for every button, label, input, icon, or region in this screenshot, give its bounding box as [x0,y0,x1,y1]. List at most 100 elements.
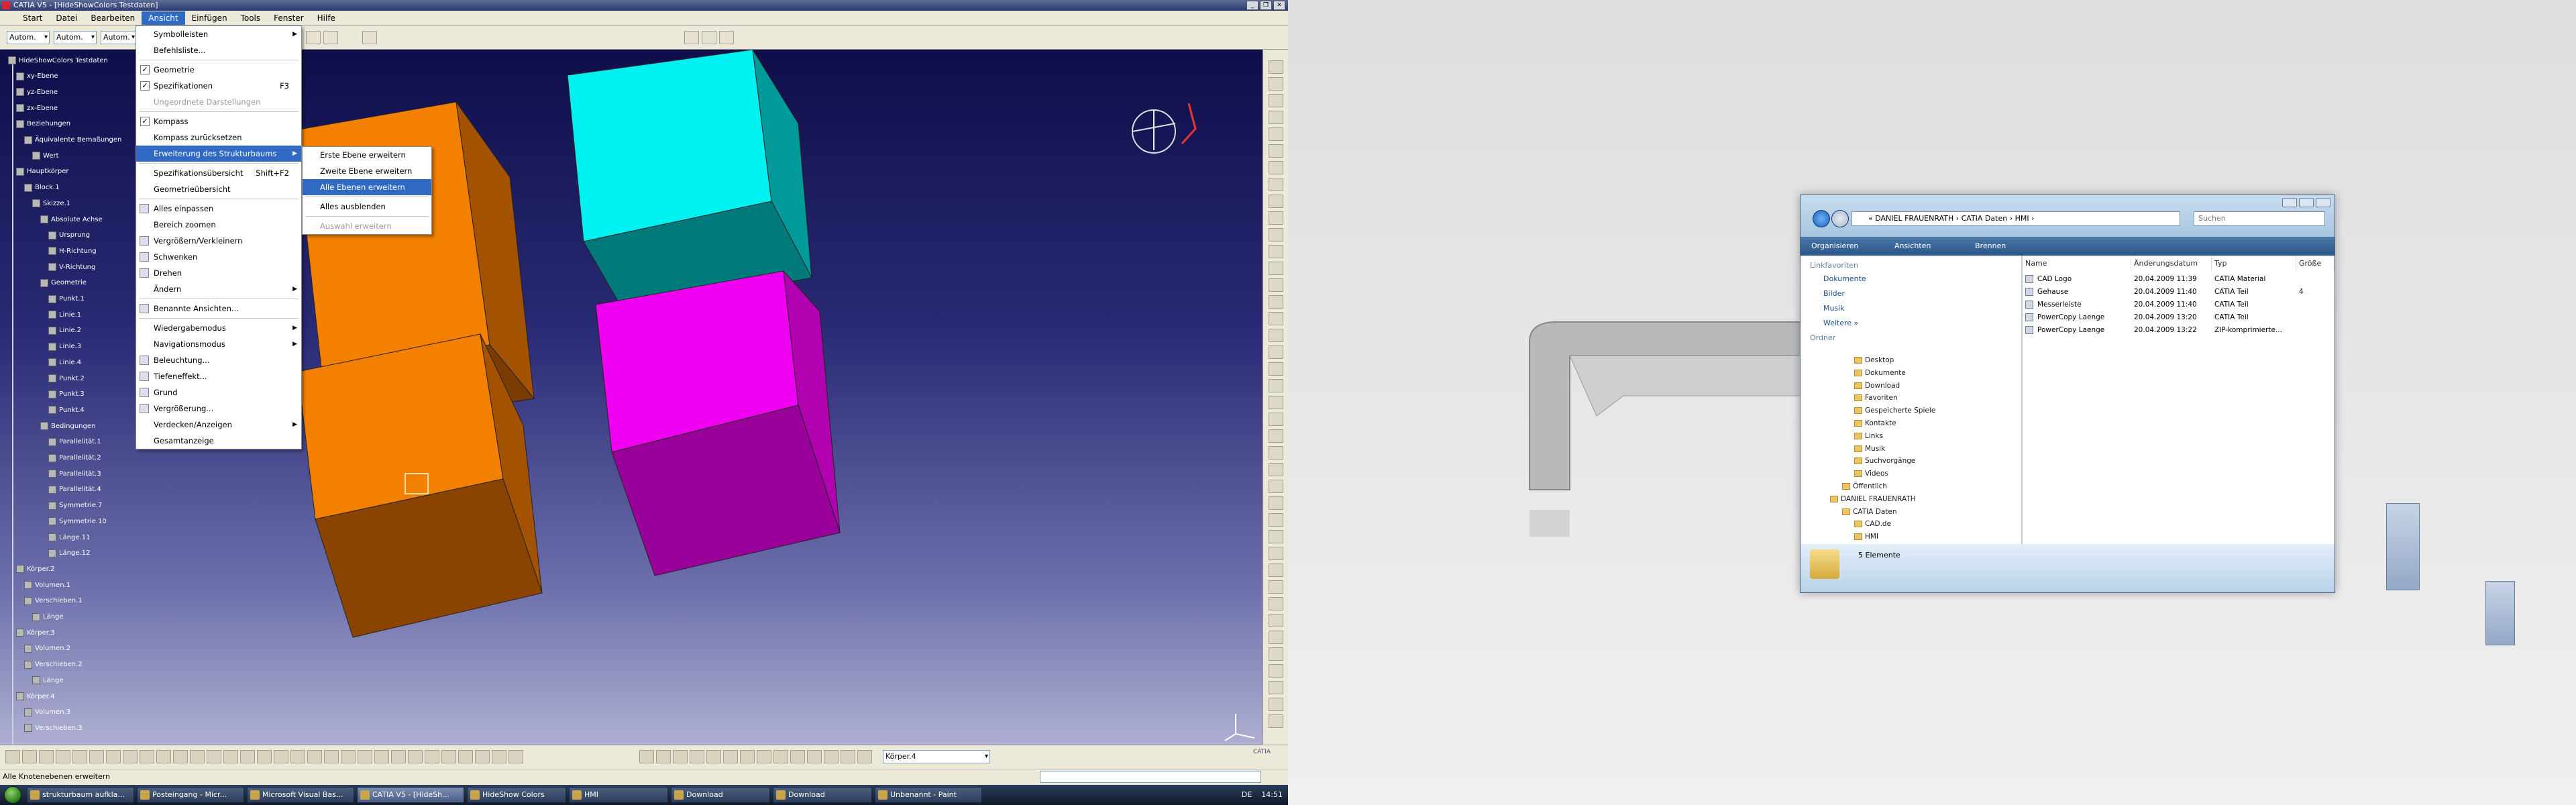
menu-item[interactable]: ✓ Geometrie [136,62,301,78]
right-toolbar-tool-icon[interactable] [1269,480,1283,493]
tree-node[interactable]: Ursprung [48,229,90,242]
tree-node[interactable]: Parallelität.1 [48,435,101,449]
folder-tree-item[interactable]: Links [1854,432,1883,440]
right-toolbar-tool-icon[interactable] [1269,580,1283,594]
tree-node[interactable]: HideShowColors Testdaten [8,54,108,67]
bottom-toolbar-tool-icon[interactable] [740,750,755,763]
menu-item[interactable]: Grund [136,384,301,400]
menu-item[interactable]: Navigationsmodus ▶ [136,336,301,352]
tree-node[interactable]: Bedingungen [40,419,95,433]
bottom-toolbar-tool-icon[interactable] [123,750,138,763]
bottom-toolbar-tool-icon[interactable] [690,750,704,763]
column-header[interactable]: Name [2023,257,2131,270]
menu-item[interactable]: Vergrößerung... [136,400,301,417]
right-toolbar-tool-icon[interactable] [1269,681,1283,694]
menu-bearbeiten[interactable]: Bearbeiten [84,11,142,25]
tree-node[interactable]: Wert [32,149,59,162]
right-toolbar-tool-icon[interactable] [1269,329,1283,342]
tree-node[interactable]: Länge.11 [48,531,90,544]
tree-node[interactable]: Volumen.1 [24,578,70,592]
menu-einfügen[interactable]: Einfügen [185,11,234,25]
right-toolbar-tool-icon[interactable] [1269,446,1283,460]
right-toolbar-tool-icon[interactable] [1269,379,1283,392]
bottom-toolbar-tool-icon[interactable] [72,750,87,763]
toolbar-paint-icon[interactable] [323,31,338,44]
menu-item[interactable]: Beleuchtung... [136,352,301,368]
right-toolbar-tool-icon[interactable] [1269,597,1283,610]
taskbar-item[interactable]: HMI [569,787,668,803]
bottom-toolbar-tool-icon[interactable] [324,750,339,763]
right-toolbar-tool-icon[interactable] [1269,647,1283,661]
tree-node[interactable]: Symmetrie.7 [48,499,102,513]
bottom-toolbar-tool-icon[interactable] [458,750,473,763]
bottom-toolbar-tool-icon[interactable] [106,750,121,763]
tree-node[interactable]: Länge [32,610,64,624]
compass-icon[interactable] [1132,103,1197,154]
bottom-toolbar-tool-icon[interactable] [274,750,288,763]
tree-node[interactable]: yz-Ebene [16,85,58,99]
bottom-toolbar-tool-icon[interactable] [475,750,490,763]
right-toolbar-tool-icon[interactable] [1269,312,1283,325]
bottom-toolbar-tool-icon[interactable] [140,750,154,763]
explorer-minimize-button[interactable] [2282,198,2297,207]
taskbar-item[interactable]: Download [773,787,872,803]
taskbar-item[interactable]: Download [671,787,770,803]
bottom-toolbar-tool-icon[interactable] [39,750,54,763]
right-toolbar-tool-icon[interactable] [1269,614,1283,627]
menu-item[interactable]: Symbolleisten ▶ [136,26,301,42]
folder-tree-item[interactable]: Desktop [1854,356,1894,364]
right-toolbar-tool-icon[interactable] [1269,111,1283,124]
toolbar-dot-icon[interactable] [684,31,699,44]
bottom-toolbar-tool-icon[interactable] [341,750,356,763]
tree-node[interactable]: Punkt.1 [48,292,85,306]
bottom-toolbar-tool-icon[interactable] [56,750,70,763]
menu-item[interactable]: Zweite Ebene erweitern [303,163,431,179]
right-toolbar-tool-icon[interactable] [1269,547,1283,560]
tree-node[interactable]: Geometrie [40,276,87,290]
tree-node[interactable]: xy-Ebene [16,70,58,83]
bottom-toolbar-tool-icon[interactable] [790,750,805,763]
menu-item[interactable]: Kompass zurücksetzen [136,129,301,146]
bottom-toolbar-tool-icon[interactable] [508,750,523,763]
bottom-toolbar-tool-icon[interactable] [673,750,688,763]
tree-node[interactable]: Linie.2 [48,324,81,337]
taskbar-item[interactable]: strukturbaum aufkla... [27,787,134,803]
organize-button[interactable]: Organisieren [1811,237,1858,256]
tree-node[interactable]: Körper.3 [16,626,55,639]
bottom-toolbar-tool-icon[interactable] [207,750,221,763]
right-toolbar-tool-icon[interactable] [1269,77,1283,91]
menu-item[interactable]: Geometrieübersicht [136,181,301,197]
menu-item[interactable]: Gesamtanzeige [136,433,301,449]
combo-2[interactable]: Autom. [54,31,97,44]
tree-node[interactable]: Punkt.3 [48,388,85,401]
toolbar-line-icon[interactable] [702,31,716,44]
bottom-toolbar-tool-icon[interactable] [22,750,37,763]
sidebar-gadget[interactable] [2386,503,2420,590]
bottom-toolbar-tool-icon[interactable] [841,750,855,763]
right-toolbar-tool-icon[interactable] [1269,345,1283,359]
bottom-toolbar-tool-icon[interactable] [757,750,771,763]
combo-1[interactable]: Autom. [7,31,50,44]
right-toolbar-tool-icon[interactable] [1269,513,1283,527]
menu-item[interactable]: Tiefeneffekt... [136,368,301,384]
views-button[interactable]: Ansichten [1894,237,1931,256]
orange-box-upper-front[interactable] [294,101,490,375]
right-toolbar-tool-icon[interactable] [1269,396,1283,409]
right-toolbar-tool-icon[interactable] [1269,429,1283,443]
menu-item[interactable]: Spezifikationsübersicht Shift+F2 [136,165,301,181]
menu-item[interactable]: Ändern ▶ [136,281,301,297]
bottom-toolbar-tool-icon[interactable] [492,750,506,763]
right-toolbar-tool-icon[interactable] [1269,362,1283,376]
menu-start[interactable]: Start [16,11,49,25]
file-row[interactable]: Messerleiste 20.04.2009 11:40 CATIA Teil [2023,299,2334,311]
tree-node[interactable]: Hauptkörper [16,165,69,178]
right-toolbar-tool-icon[interactable] [1269,161,1283,174]
search-input[interactable]: Suchen [2194,211,2325,226]
taskbar-item[interactable]: Posteingang - Micr... [137,787,244,803]
folders-header[interactable]: Ordner [1810,333,1835,342]
explorer-maximize-button[interactable] [2299,198,2314,207]
body-selector-combo[interactable]: Körper.4 [883,750,990,763]
right-toolbar-tool-icon[interactable] [1269,144,1283,158]
close-button[interactable]: ✕ [1273,1,1285,10]
taskbar-item[interactable]: CATIA V5 - [HideSh... [357,787,464,803]
